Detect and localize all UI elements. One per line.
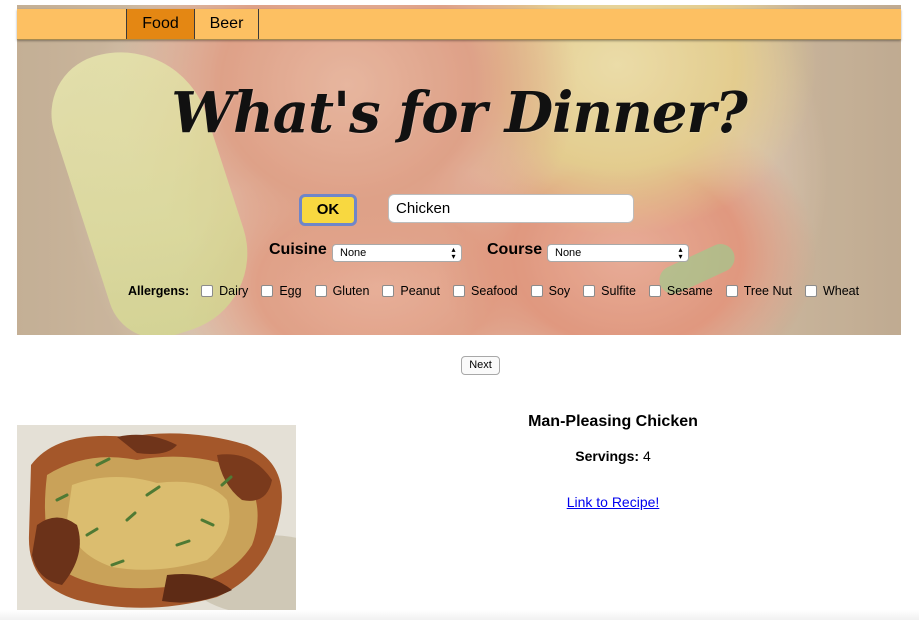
allergen-soy[interactable]: Soy	[530, 284, 570, 298]
seafood-checkbox[interactable]	[453, 285, 466, 297]
gluten-checkbox[interactable]	[314, 285, 327, 297]
allergen-sulfite[interactable]: Sulfite	[583, 284, 636, 298]
cuisine-select[interactable]: None ▴ ▾	[332, 244, 462, 262]
allergen-peanut[interactable]: Peanut	[382, 284, 440, 298]
tab-food[interactable]: Food	[126, 9, 194, 39]
search-input[interactable]: Chicken	[388, 194, 634, 223]
dairy-checkbox[interactable]	[201, 285, 214, 297]
allergen-sesame[interactable]: Sesame	[648, 284, 713, 298]
allergens-label: Allergens:	[128, 284, 190, 298]
course-select[interactable]: None ▴ ▾	[547, 244, 689, 262]
page-title: What's for Dinner?	[171, 80, 748, 146]
tab-beer[interactable]: Beer	[194, 9, 259, 39]
recipe-title: Man-Pleasing Chicken	[528, 413, 698, 430]
next-button[interactable]: Next	[461, 356, 500, 375]
sesame-checkbox[interactable]	[648, 285, 661, 297]
allergen-tree-nut[interactable]: Tree Nut	[725, 284, 792, 298]
recipe-servings: Servings: 4	[453, 448, 773, 464]
course-label: Course	[487, 241, 543, 258]
soy-checkbox[interactable]	[530, 285, 543, 297]
sulfite-checkbox[interactable]	[583, 285, 596, 297]
recipe-link[interactable]: Link to Recipe!	[453, 494, 773, 510]
course-select-value: None	[555, 247, 582, 259]
wheat-checkbox[interactable]	[804, 285, 817, 297]
cuisine-select-value: None	[340, 247, 367, 259]
chicken-photo-icon	[17, 425, 296, 611]
egg-checkbox[interactable]	[261, 285, 274, 297]
allergen-wheat[interactable]: Wheat	[804, 284, 859, 298]
allergen-gluten[interactable]: Gluten	[314, 284, 369, 298]
select-arrows-icon: ▴ ▾	[678, 245, 683, 261]
ok-button[interactable]: OK	[299, 194, 357, 226]
tree-nut-checkbox[interactable]	[725, 285, 738, 297]
allergen-filters: Allergens: Dairy Egg Gluten Peanut Seafo…	[128, 283, 872, 299]
peanut-checkbox[interactable]	[382, 285, 395, 297]
cuisine-label: Cuisine	[269, 241, 327, 258]
select-arrows-icon: ▴ ▾	[451, 245, 456, 261]
recipe-photo	[17, 425, 296, 611]
top-navbar: Food Beer	[17, 9, 901, 40]
allergen-seafood[interactable]: Seafood	[453, 284, 518, 298]
allergen-egg[interactable]: Egg	[261, 284, 302, 298]
allergen-dairy[interactable]: Dairy	[201, 284, 248, 298]
servings-label: Servings:	[575, 448, 640, 464]
servings-value: 4	[642, 448, 651, 464]
